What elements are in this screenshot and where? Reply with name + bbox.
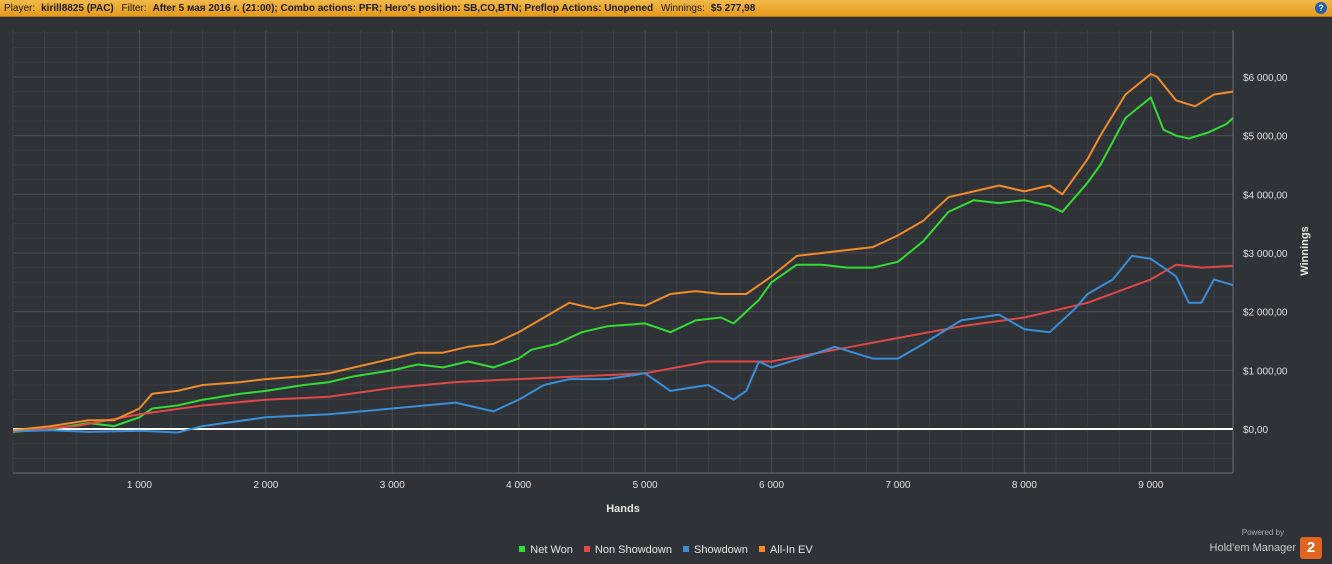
x-tick-label: 5 000 bbox=[633, 480, 658, 491]
x-tick-label: 7 000 bbox=[885, 480, 910, 491]
x-tick-label: 2 000 bbox=[253, 480, 278, 491]
legend-item-showdown[interactable]: Showdown bbox=[683, 544, 748, 556]
x-tick-label: 6 000 bbox=[759, 480, 784, 491]
x-tick-label: 8 000 bbox=[1012, 480, 1037, 491]
legend-item-all-in-ev[interactable]: All-In EV bbox=[758, 544, 813, 556]
legend-swatch bbox=[758, 546, 765, 552]
brand-logo: Powered by Hold'em Manager 2 bbox=[1210, 528, 1322, 559]
x-axis-label: Hands bbox=[606, 503, 640, 515]
chart-legend: Net Won Non Showdown Showdown All-In EV bbox=[0, 544, 1332, 556]
hm2-logo-icon: 2 bbox=[1300, 537, 1322, 559]
powered-by-text: Powered by bbox=[1241, 528, 1284, 537]
y-tick-label: $4 000,00 bbox=[1243, 190, 1288, 201]
series-line-net-won bbox=[12, 96, 1234, 433]
player-name: kirill8825 (PAC) bbox=[41, 3, 114, 14]
x-tick-label: 4 000 bbox=[506, 480, 531, 491]
legend-label: Non Showdown bbox=[594, 544, 672, 556]
winnings-label: Winnings: bbox=[660, 3, 705, 14]
help-icon[interactable]: ? bbox=[1315, 2, 1327, 14]
x-tick-label: 1 000 bbox=[127, 480, 152, 491]
y-tick-label: $0,00 bbox=[1243, 425, 1268, 436]
legend-swatch bbox=[519, 546, 526, 552]
y-tick-label: $5 000,00 bbox=[1243, 132, 1288, 143]
series-line-non-showdown bbox=[12, 263, 1234, 432]
legend-label: Showdown bbox=[694, 544, 748, 556]
filter-header-bar: Player: kirill8825 (PAC) Filter: After 5 м… bbox=[0, 0, 1332, 17]
x-tick-label: 3 000 bbox=[380, 480, 405, 491]
y-tick-label: $2 000,00 bbox=[1243, 308, 1288, 319]
x-tick-label: 9 000 bbox=[1138, 480, 1163, 491]
winnings-value: $5 277,98 bbox=[710, 3, 756, 14]
y-tick-label: $6 000,00 bbox=[1243, 73, 1288, 84]
legend-swatch bbox=[583, 546, 590, 552]
player-label: Player: bbox=[4, 3, 36, 14]
legend-label: Net Won bbox=[530, 544, 573, 556]
legend-item-non-showdown[interactable]: Non Showdown bbox=[583, 544, 672, 556]
winnings-chart: 1 000 2 000 3 000 4 000 5 000 6 000 7 000 8 000… bbox=[12, 30, 1311, 515]
legend-swatch bbox=[683, 546, 690, 552]
filter-label: Filter: bbox=[121, 3, 147, 14]
y-tick-label: $1 000,00 bbox=[1243, 366, 1288, 377]
brand-name: Hold'em Manager bbox=[1209, 542, 1296, 554]
y-axis-label: Winnings bbox=[1299, 226, 1311, 275]
y-tick-label: $3 000,00 bbox=[1243, 249, 1288, 260]
legend-label: All-In EV bbox=[769, 544, 813, 556]
legend-item-net-won[interactable]: Net Won bbox=[519, 544, 573, 556]
filter-value: After 5 мая 2016 г. (21:00); Combo actio… bbox=[152, 3, 654, 14]
